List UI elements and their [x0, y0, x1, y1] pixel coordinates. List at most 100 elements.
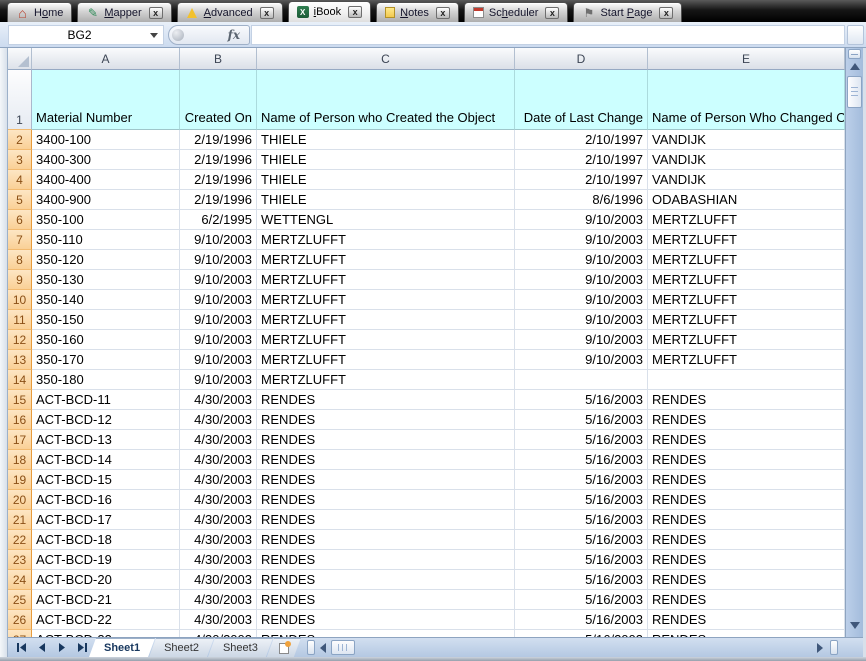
row-header-13[interactable]: 13 — [8, 350, 32, 370]
app-tab-home[interactable]: Home — [7, 2, 72, 22]
cell-E13[interactable]: MERTZLUFFT — [648, 350, 845, 370]
cell-B9[interactable]: 9/10/2003 — [180, 270, 257, 290]
cell-A20[interactable]: ACT-BCD-16 — [32, 490, 180, 510]
cell-C15[interactable]: RENDES — [257, 390, 515, 410]
cell-B20[interactable]: 4/30/2003 — [180, 490, 257, 510]
cell-A2[interactable]: 3400-100 — [32, 130, 180, 150]
cell-A21[interactable]: ACT-BCD-17 — [32, 510, 180, 530]
cell-C18[interactable]: RENDES — [257, 450, 515, 470]
cell-B12[interactable]: 9/10/2003 — [180, 330, 257, 350]
formula-bar-expand-button[interactable] — [847, 25, 864, 45]
cell-B24[interactable]: 4/30/2003 — [180, 570, 257, 590]
sheet-tab-sheet2[interactable]: Sheet2 — [149, 638, 214, 657]
cell-E6[interactable]: MERTZLUFFT — [648, 210, 845, 230]
cell-A14[interactable]: 350-180 — [32, 370, 180, 390]
cell-D16[interactable]: 5/16/2003 — [515, 410, 648, 430]
row-header-4[interactable]: 4 — [8, 170, 32, 190]
cell-C12[interactable]: MERTZLUFFT — [257, 330, 515, 350]
cell-E19[interactable]: RENDES — [648, 470, 845, 490]
cell-D15[interactable]: 5/16/2003 — [515, 390, 648, 410]
cell-D9[interactable]: 9/10/2003 — [515, 270, 648, 290]
cell-D10[interactable]: 9/10/2003 — [515, 290, 648, 310]
scroll-down-icon[interactable] — [850, 622, 860, 629]
cell-C2[interactable]: THIELE — [257, 130, 515, 150]
cell-C5[interactable]: THIELE — [257, 190, 515, 210]
cell-C16[interactable]: RENDES — [257, 410, 515, 430]
cell-B3[interactable]: 2/19/1996 — [180, 150, 257, 170]
cell-E21[interactable]: RENDES — [648, 510, 845, 530]
cell-E18[interactable]: RENDES — [648, 450, 845, 470]
cell-A23[interactable]: ACT-BCD-19 — [32, 550, 180, 570]
vertical-scrollbar[interactable] — [845, 48, 863, 637]
cell-E1[interactable]: Name of Person Who Changed Object — [648, 70, 845, 130]
last-sheet-button[interactable] — [73, 640, 90, 655]
cell-B14[interactable]: 9/10/2003 — [180, 370, 257, 390]
cell-C4[interactable]: THIELE — [257, 170, 515, 190]
cell-D14[interactable] — [515, 370, 648, 390]
row-header-26[interactable]: 26 — [8, 610, 32, 630]
column-header-D[interactable]: D — [515, 48, 648, 70]
cell-D12[interactable]: 9/10/2003 — [515, 330, 648, 350]
cell-B19[interactable]: 4/30/2003 — [180, 470, 257, 490]
cell-D20[interactable]: 5/16/2003 — [515, 490, 648, 510]
cell-B8[interactable]: 9/10/2003 — [180, 250, 257, 270]
cell-C26[interactable]: RENDES — [257, 610, 515, 630]
close-tab-icon[interactable]: x — [436, 7, 450, 19]
close-tab-icon[interactable]: x — [348, 6, 362, 18]
row-header-1[interactable]: 1 — [8, 70, 32, 130]
cell-B21[interactable]: 4/30/2003 — [180, 510, 257, 530]
row-header-21[interactable]: 21 — [8, 510, 32, 530]
cell-D11[interactable]: 9/10/2003 — [515, 310, 648, 330]
row-header-7[interactable]: 7 — [8, 230, 32, 250]
tab-split-handle[interactable] — [307, 640, 315, 655]
cell-E26[interactable]: RENDES — [648, 610, 845, 630]
cell-C8[interactable]: MERTZLUFFT — [257, 250, 515, 270]
cell-B23[interactable]: 4/30/2003 — [180, 550, 257, 570]
column-header-B[interactable]: B — [180, 48, 257, 70]
cell-B13[interactable]: 9/10/2003 — [180, 350, 257, 370]
cell-A19[interactable]: ACT-BCD-15 — [32, 470, 180, 490]
cell-E24[interactable]: RENDES — [648, 570, 845, 590]
cell-B18[interactable]: 4/30/2003 — [180, 450, 257, 470]
cell-A10[interactable]: 350-140 — [32, 290, 180, 310]
row-header-14[interactable]: 14 — [8, 370, 32, 390]
cell-D6[interactable]: 9/10/2003 — [515, 210, 648, 230]
cell-A18[interactable]: ACT-BCD-14 — [32, 450, 180, 470]
row-header-25[interactable]: 25 — [8, 590, 32, 610]
cell-D18[interactable]: 5/16/2003 — [515, 450, 648, 470]
row-header-22[interactable]: 22 — [8, 530, 32, 550]
cell-D8[interactable]: 9/10/2003 — [515, 250, 648, 270]
cell-B1[interactable]: Created On — [180, 70, 257, 130]
horizontal-split-handle[interactable] — [830, 640, 838, 655]
cell-C7[interactable]: MERTZLUFFT — [257, 230, 515, 250]
cell-C20[interactable]: RENDES — [257, 490, 515, 510]
cell-E12[interactable]: MERTZLUFFT — [648, 330, 845, 350]
row-header-18[interactable]: 18 — [8, 450, 32, 470]
cell-E27[interactable]: RENDES — [648, 630, 845, 637]
app-tab-start-page[interactable]: Start Pagex — [573, 2, 682, 22]
row-header-12[interactable]: 12 — [8, 330, 32, 350]
cell-D26[interactable]: 5/16/2003 — [515, 610, 648, 630]
row-header-11[interactable]: 11 — [8, 310, 32, 330]
cell-E17[interactable]: RENDES — [648, 430, 845, 450]
cell-E10[interactable]: MERTZLUFFT — [648, 290, 845, 310]
cell-E7[interactable]: MERTZLUFFT — [648, 230, 845, 250]
cell-E16[interactable]: RENDES — [648, 410, 845, 430]
cell-C13[interactable]: MERTZLUFFT — [257, 350, 515, 370]
cell-A12[interactable]: 350-160 — [32, 330, 180, 350]
cell-E3[interactable]: VANDIJK — [648, 150, 845, 170]
cell-C25[interactable]: RENDES — [257, 590, 515, 610]
row-header-8[interactable]: 8 — [8, 250, 32, 270]
cell-B10[interactable]: 9/10/2003 — [180, 290, 257, 310]
cell-A3[interactable]: 3400-300 — [32, 150, 180, 170]
cell-A13[interactable]: 350-170 — [32, 350, 180, 370]
cell-D17[interactable]: 5/16/2003 — [515, 430, 648, 450]
cell-B16[interactable]: 4/30/2003 — [180, 410, 257, 430]
insert-function-button[interactable]: fx — [168, 25, 250, 45]
cell-C27[interactable]: RENDES — [257, 630, 515, 637]
cell-B25[interactable]: 4/30/2003 — [180, 590, 257, 610]
row-header-15[interactable]: 15 — [8, 390, 32, 410]
row-header-6[interactable]: 6 — [8, 210, 32, 230]
cell-B22[interactable]: 4/30/2003 — [180, 530, 257, 550]
name-box-dropdown-icon[interactable] — [150, 33, 158, 38]
